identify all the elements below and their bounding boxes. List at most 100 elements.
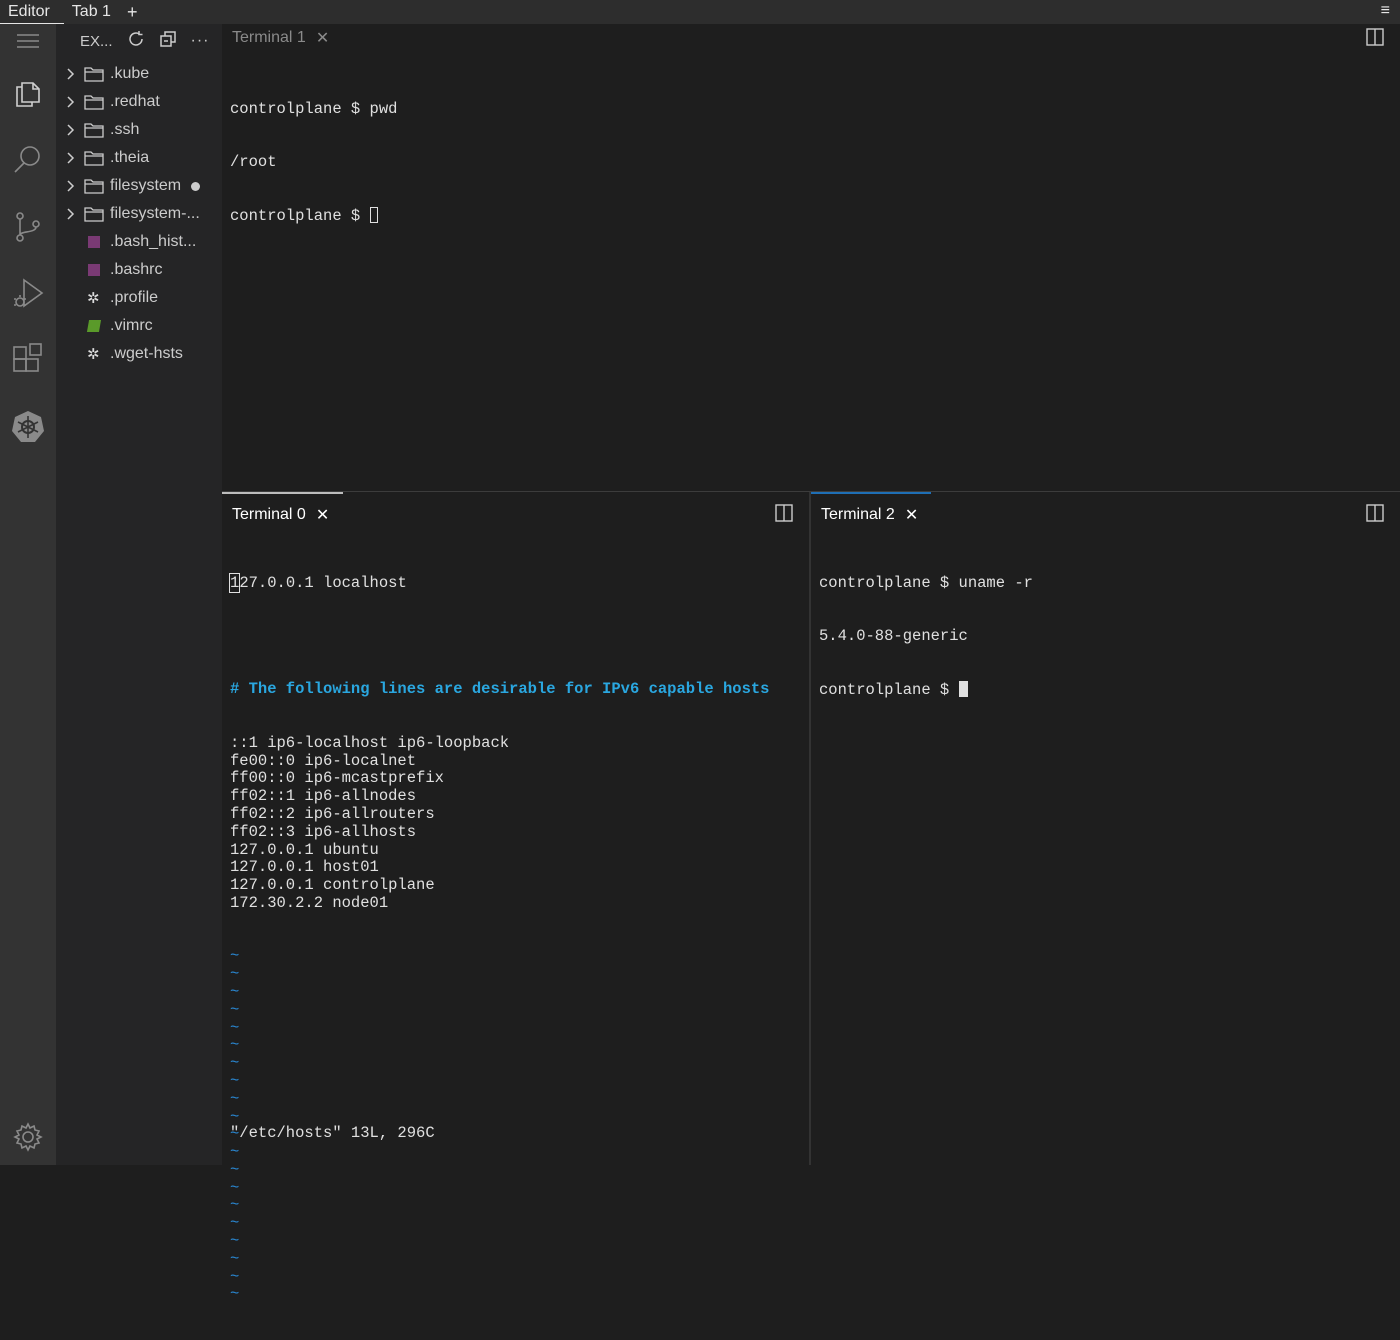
split-editor-icon[interactable]	[1366, 504, 1384, 527]
search-icon[interactable]	[8, 139, 48, 179]
chevron-right-icon[interactable]	[56, 96, 84, 108]
kubernetes-icon[interactable]	[8, 406, 48, 446]
tree-item-label: .profile	[110, 289, 159, 306]
close-icon[interactable]: ✕	[905, 505, 918, 525]
top-tab-1[interactable]: Tab 1	[64, 0, 119, 24]
gear-file-icon: ✲	[87, 290, 100, 307]
tree-item-label: filesystem-...	[110, 205, 200, 222]
folder-icon	[84, 150, 110, 166]
vim-tilde-line: ~	[230, 1000, 240, 1019]
terminal-prompt-line: controlplane $	[819, 681, 1396, 700]
terminal-2-output[interactable]: controlplane $ uname -r 5.4.0-88-generic…	[819, 539, 1396, 736]
menu-icon[interactable]	[8, 21, 48, 61]
tree-item-label: .vimrc	[110, 317, 153, 334]
tab-terminal-0[interactable]: Terminal 0 ✕	[222, 492, 343, 536]
tree-item-profile[interactable]: ✲ .profile	[56, 284, 222, 312]
terminal-prompt-line: controlplane $	[230, 207, 1396, 226]
terminal-prompt: controlplane $	[230, 207, 370, 226]
gear-file-icon: ✲	[87, 346, 100, 363]
chevron-right-icon[interactable]	[56, 152, 84, 164]
collapse-all-icon[interactable]	[159, 30, 177, 52]
chevron-right-icon[interactable]	[56, 68, 84, 80]
tree-item-bash-history[interactable]: .bash_hist...	[56, 228, 222, 256]
chevron-right-icon[interactable]	[56, 208, 84, 220]
source-control-icon[interactable]	[8, 207, 48, 247]
folder-icon	[84, 94, 110, 110]
vim-tilde-line: ~	[230, 1285, 240, 1304]
vim-file-icon	[84, 320, 110, 332]
terminal-1-output[interactable]: controlplane $ pwd /root controlplane $	[230, 65, 1396, 262]
hamburger-menu-icon[interactable]: ≡	[1381, 2, 1390, 20]
chevron-right-icon[interactable]	[56, 180, 84, 192]
hosts-line: 172.30.2.2 node01	[230, 893, 389, 912]
terminal-0-tabbar: Terminal 0 ✕	[222, 492, 809, 536]
more-icon[interactable]: ···	[191, 32, 210, 50]
folder-icon	[84, 66, 110, 82]
add-tab-button[interactable]: +	[119, 2, 146, 23]
tree-item-theia[interactable]: .theia	[56, 144, 222, 172]
folder-icon	[84, 206, 110, 222]
vim-tilde-line: ~	[230, 982, 240, 1001]
terminal-file-icon	[84, 236, 110, 248]
close-icon[interactable]: ✕	[316, 28, 329, 48]
tree-item-label: .redhat	[110, 93, 160, 110]
tree-item-ssh[interactable]: .ssh	[56, 116, 222, 144]
chevron-right-icon[interactable]	[56, 124, 84, 136]
tree-item-wget-hsts[interactable]: ✲ .wget-hsts	[56, 340, 222, 368]
explorer-panel: EX... ··· .kube .redhat .ssh .theia file…	[56, 24, 222, 1165]
vim-tilde-line: ~	[230, 1196, 240, 1215]
tree-item-label: .theia	[110, 149, 150, 166]
tree-item-label: .kube	[110, 65, 150, 82]
vim-tilde-line: ~	[230, 1143, 240, 1162]
tree-item-bashrc[interactable]: .bashrc	[56, 256, 222, 284]
tree-item-label: filesystem	[110, 177, 182, 194]
run-debug-icon[interactable]	[8, 273, 48, 313]
close-icon[interactable]: ✕	[316, 505, 329, 525]
terminal-2-tabbar: Terminal 2 ✕	[811, 492, 1400, 536]
terminal-0-pane: Terminal 0 ✕ 127.0.0.1 localhost # The f…	[222, 492, 809, 1303]
terminal-1-tabbar: Terminal 1 ✕	[222, 24, 1400, 52]
hosts-line: ff02::2 ip6-allrouters	[230, 804, 435, 823]
tree-item-filesystem-2[interactable]: filesystem-...	[56, 200, 222, 228]
folder-icon	[84, 178, 110, 194]
vim-tilde-line: ~	[230, 947, 240, 966]
hosts-comment: # The following lines are desirable for …	[230, 680, 770, 699]
terminal-1-pane: Terminal 1 ✕ controlplane $ pwd /root co…	[222, 24, 1400, 491]
tab-terminal-1[interactable]: Terminal 1 ✕	[222, 24, 339, 52]
top-bar: Editor Tab 1 + ≡	[0, 0, 1400, 24]
tab-terminal-2[interactable]: Terminal 2 ✕	[811, 492, 931, 536]
modified-dot-icon	[191, 181, 201, 191]
terminal-line: controlplane $ pwd	[230, 99, 398, 118]
hosts-line: ff02::1 ip6-allnodes	[230, 787, 417, 806]
tree-item-label: .bash_hist...	[110, 233, 197, 250]
refresh-icon[interactable]	[127, 30, 145, 52]
settings-gear-icon[interactable]	[8, 1117, 48, 1157]
tree-item-label: .bashrc	[110, 261, 163, 278]
tab-label: Terminal 1	[232, 29, 306, 46]
terminal-cursor	[369, 207, 378, 224]
hosts-lines: ::1 ip6-localhost ip6-loopback fe00::0 ip…	[230, 733, 805, 913]
split-editor-icon[interactable]	[775, 504, 793, 527]
explorer-header: EX... ···	[80, 28, 210, 54]
terminal-line: controlplane $ uname -r	[819, 573, 1033, 592]
vim-tilde-line: ~	[230, 965, 240, 984]
vim-editor-output[interactable]: 127.0.0.1 localhost # The following line…	[228, 539, 805, 1340]
hosts-line: ff00::0 ip6-mcastprefix	[230, 769, 444, 788]
hosts-line-text: 27.0.0.1 localhost	[239, 573, 407, 592]
terminal-prompt: controlplane $	[819, 681, 959, 700]
split-editor-icon[interactable]	[1366, 28, 1384, 51]
vim-tilde-line: ~	[230, 1267, 240, 1286]
tree-item-vimrc[interactable]: .vimrc	[56, 312, 222, 340]
vim-tilde-line: ~	[230, 1054, 240, 1073]
explorer-title[interactable]: EX...	[80, 33, 113, 50]
activity-bar	[0, 24, 56, 1165]
tree-item-redhat[interactable]: .redhat	[56, 88, 222, 116]
hosts-line: 127.0.0.1 ubuntu	[230, 840, 379, 859]
tree-item-kube[interactable]: .kube	[56, 60, 222, 88]
extensions-icon[interactable]	[8, 339, 48, 379]
tree-item-filesystem[interactable]: filesystem	[56, 172, 222, 200]
explorer-icon[interactable]	[8, 74, 48, 114]
hosts-line: ::1 ip6-localhost ip6-loopback	[230, 733, 510, 752]
file-tree: .kube .redhat .ssh .theia filesystem fil…	[56, 60, 222, 368]
